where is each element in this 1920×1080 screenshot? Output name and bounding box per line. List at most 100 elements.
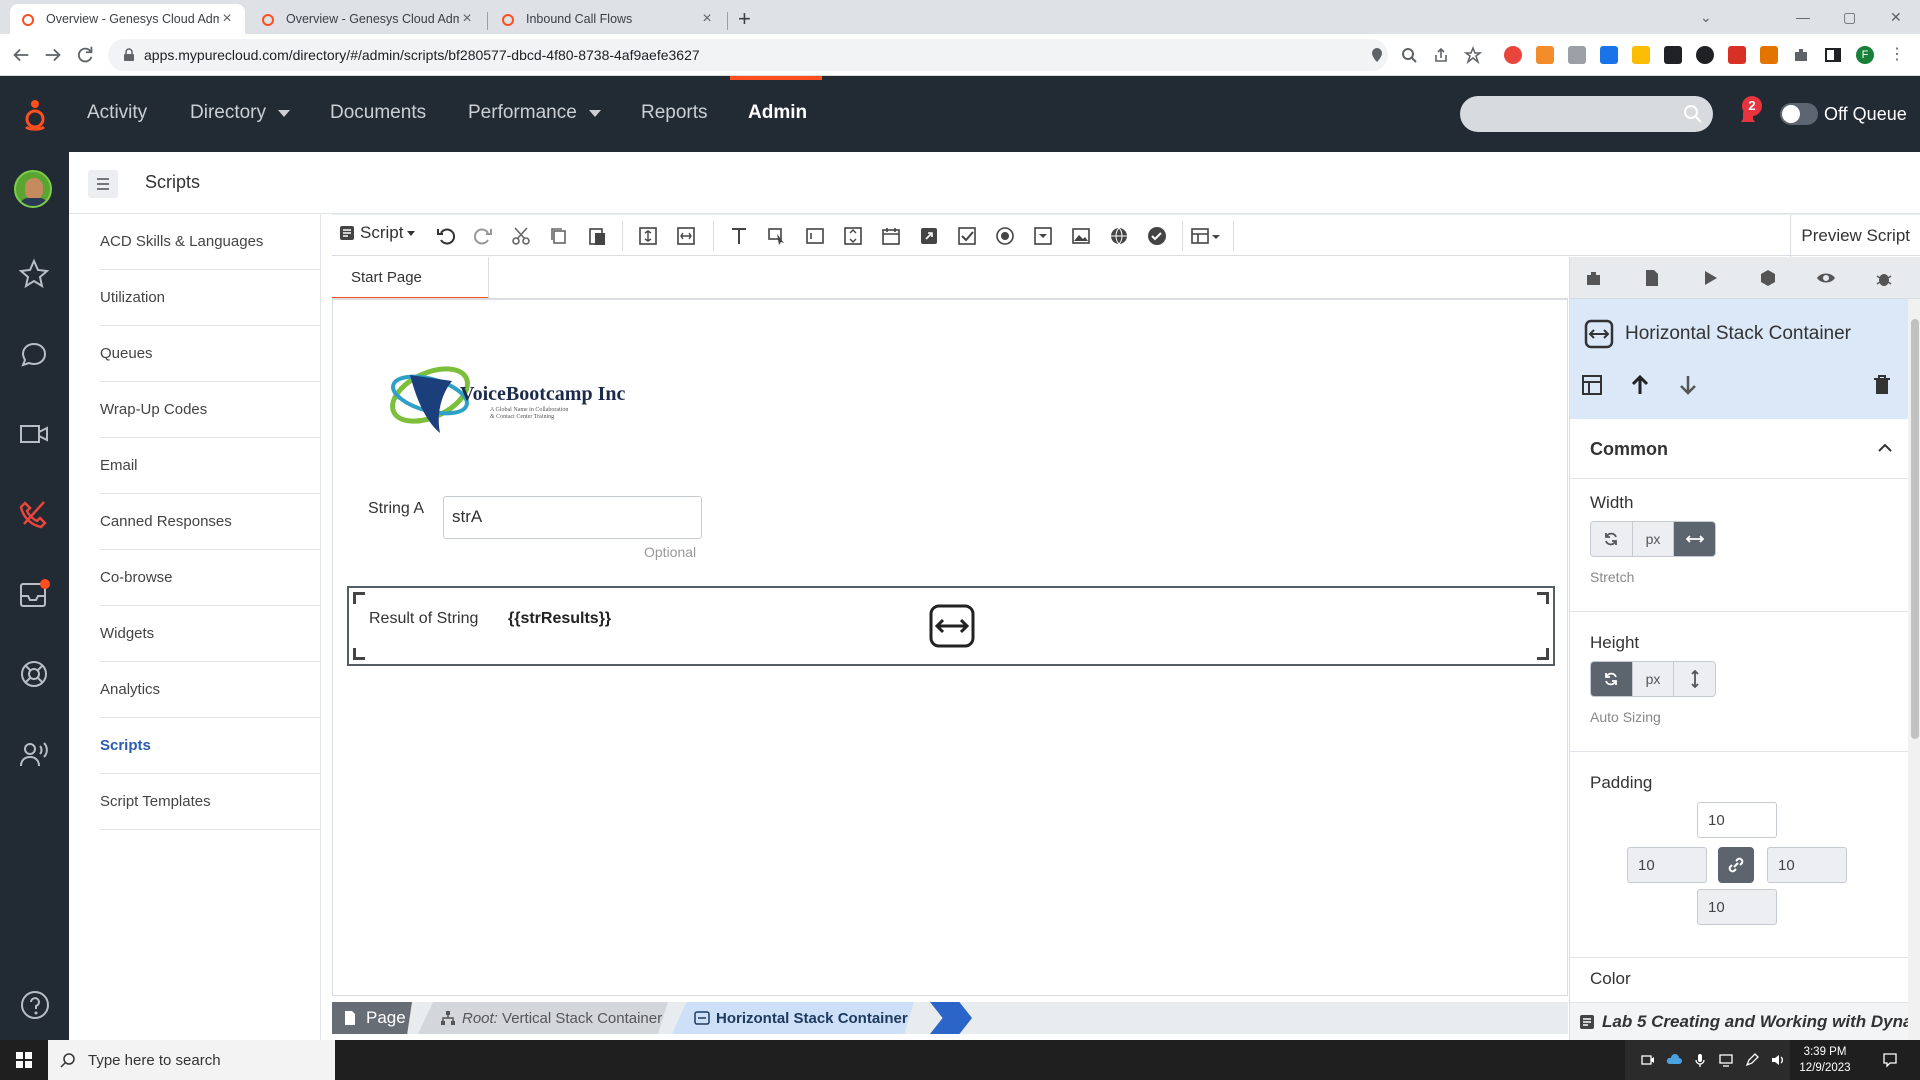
new-tab-icon[interactable]: + <box>738 6 751 32</box>
dropdown-icon[interactable] <box>1032 225 1054 247</box>
vertical-stack-icon[interactable] <box>637 225 659 247</box>
user-avatar[interactable] <box>14 170 52 208</box>
windows-start-icon[interactable] <box>16 1052 32 1068</box>
web-page-globe-icon[interactable] <box>1108 225 1130 247</box>
cut-icon[interactable] <box>510 225 532 247</box>
sidemenu-item-widgets[interactable]: Widgets <box>100 606 320 662</box>
string-a-input[interactable]: strA <box>443 496 702 539</box>
phone-off-icon[interactable] <box>18 498 50 530</box>
genesys-logo-icon[interactable] <box>20 98 50 132</box>
extension-capture-icon[interactable] <box>1760 46 1778 64</box>
window-close-icon[interactable]: ✕ <box>1890 0 1902 34</box>
browser-tab-1[interactable]: Overview - Genesys Cloud Admi × <box>10 4 245 34</box>
height-px-option[interactable]: px <box>1632 662 1675 696</box>
common-section-header[interactable]: Common <box>1570 419 1908 479</box>
close-icon[interactable]: × <box>459 10 475 28</box>
back-icon[interactable] <box>10 44 32 66</box>
taskbar-clock[interactable]: 3:39 PM 12/9/2023 <box>1790 1044 1860 1076</box>
taskbar-search-input[interactable]: Type here to search <box>48 1040 335 1080</box>
browser-menu-icon[interactable]: ⋮ <box>1888 46 1906 64</box>
horizontal-stack-icon[interactable] <box>675 225 697 247</box>
nav-documents[interactable]: Documents <box>330 102 426 124</box>
menu-toggle-icon[interactable] <box>88 170 118 198</box>
close-icon[interactable]: × <box>699 10 715 28</box>
extension-mail-icon[interactable] <box>1664 46 1682 64</box>
height-auto-option[interactable] <box>1591 662 1633 696</box>
sidemenu-item-scripts[interactable]: Scripts <box>100 718 320 774</box>
company-logo[interactable]: VoiceBootcamp Inc A Global Name in Colla… <box>382 347 642 447</box>
extension-grey-icon[interactable] <box>1568 46 1586 64</box>
sidemenu-item-queues[interactable]: Queues <box>100 326 320 382</box>
notification-center-icon[interactable] <box>1882 1052 1898 1068</box>
radio-button-icon[interactable] <box>994 225 1016 247</box>
number-input-icon[interactable] <box>842 225 864 247</box>
nav-admin[interactable]: Admin <box>748 102 807 124</box>
delete-trash-icon[interactable] <box>1870 373 1894 397</box>
tab-start-page[interactable]: Start Page <box>332 257 488 299</box>
padding-top-input[interactable]: 10 <box>1697 802 1777 838</box>
input-box-icon[interactable] <box>804 225 826 247</box>
sidemenu-item-email[interactable]: Email <box>100 438 320 494</box>
sidemenu-item-utilization[interactable]: Utilization <box>100 270 320 326</box>
extensions-puzzle-icon[interactable] <box>1792 46 1810 64</box>
people-voice-icon[interactable] <box>18 738 50 770</box>
check-circle-icon[interactable] <box>1146 225 1168 247</box>
extension-yellow-icon[interactable] <box>1632 46 1650 64</box>
chat-bubble-icon[interactable] <box>18 338 50 370</box>
extension-k-icon[interactable] <box>1696 46 1714 64</box>
calendar-icon[interactable] <box>880 225 902 247</box>
microphone-icon[interactable] <box>1692 1052 1708 1068</box>
checkbox-icon[interactable] <box>956 225 978 247</box>
nav-reports[interactable]: Reports <box>641 102 708 124</box>
sidemenu-item-co-browse[interactable]: Co-browse <box>100 550 320 606</box>
forward-icon[interactable] <box>42 44 64 66</box>
redo-icon[interactable] <box>472 225 494 247</box>
favorites-star-icon[interactable] <box>18 258 50 290</box>
breadcrumb-current[interactable]: Horizontal Stack Container <box>672 1002 914 1034</box>
width-px-option[interactable]: px <box>1632 522 1675 556</box>
sidemenu-item-acd-skills[interactable]: ACD Skills & Languages <box>100 214 320 270</box>
browser-tab-2[interactable]: Overview - Genesys Cloud Admi × <box>250 4 485 34</box>
breadcrumb-root[interactable]: Root: Vertical Stack Container <box>418 1002 668 1034</box>
side-panel-icon[interactable] <box>1824 46 1842 64</box>
move-up-arrow-icon[interactable] <box>1628 373 1652 397</box>
url-field[interactable]: apps.mypurecloud.com/directory/#/admin/s… <box>108 39 1388 71</box>
breadcrumb-next-arrow-icon[interactable] <box>930 1002 972 1034</box>
sidemenu-item-wrap-up-codes[interactable]: Wrap-Up Codes <box>100 382 320 438</box>
properties-scrollbar-thumb[interactable] <box>1911 319 1919 739</box>
tab-search-icon[interactable]: ⌄ <box>1700 0 1712 34</box>
script-menu-button[interactable]: Script <box>338 223 416 243</box>
play-icon[interactable] <box>1700 268 1720 288</box>
extension-blue-icon[interactable] <box>1600 46 1618 64</box>
location-icon[interactable] <box>1368 46 1386 64</box>
eye-icon[interactable] <box>1816 268 1836 288</box>
text-icon[interactable] <box>728 225 750 247</box>
onedrive-cloud-icon[interactable] <box>1666 1052 1682 1068</box>
width-auto-option[interactable] <box>1591 522 1633 556</box>
width-stretch-option[interactable] <box>1674 522 1715 556</box>
sidemenu-item-canned-responses[interactable]: Canned Responses <box>100 494 320 550</box>
inbox-icon[interactable] <box>18 578 50 610</box>
layout-icon[interactable] <box>1580 373 1604 397</box>
nav-performance[interactable]: Performance <box>468 102 601 124</box>
undo-icon[interactable] <box>435 225 457 247</box>
lab-guide-bar[interactable]: Lab 5 Creating and Working with Dyna... <box>1570 1002 1908 1040</box>
move-down-arrow-icon[interactable] <box>1676 373 1700 397</box>
link-padding-button[interactable] <box>1718 847 1754 883</box>
padding-right-input[interactable]: 10 <box>1767 847 1847 883</box>
minimize-icon[interactable]: — <box>1796 0 1810 34</box>
bookmark-star-icon[interactable] <box>1464 46 1482 64</box>
reload-icon[interactable] <box>74 44 96 66</box>
variables-cube-icon[interactable] <box>1758 268 1778 288</box>
share-icon[interactable] <box>1432 46 1450 64</box>
extension-red-icon[interactable] <box>1728 46 1746 64</box>
network-icon[interactable] <box>1718 1052 1734 1068</box>
preview-script-button[interactable]: Preview Script <box>1790 215 1920 257</box>
close-icon[interactable]: × <box>219 10 235 28</box>
link-arrow-icon[interactable] <box>918 225 940 247</box>
layout-menu-icon[interactable] <box>1190 225 1224 247</box>
queue-toggle[interactable] <box>1780 103 1818 125</box>
meet-now-icon[interactable] <box>1640 1052 1656 1068</box>
paste-icon[interactable] <box>586 225 608 247</box>
image-icon[interactable] <box>1070 225 1092 247</box>
